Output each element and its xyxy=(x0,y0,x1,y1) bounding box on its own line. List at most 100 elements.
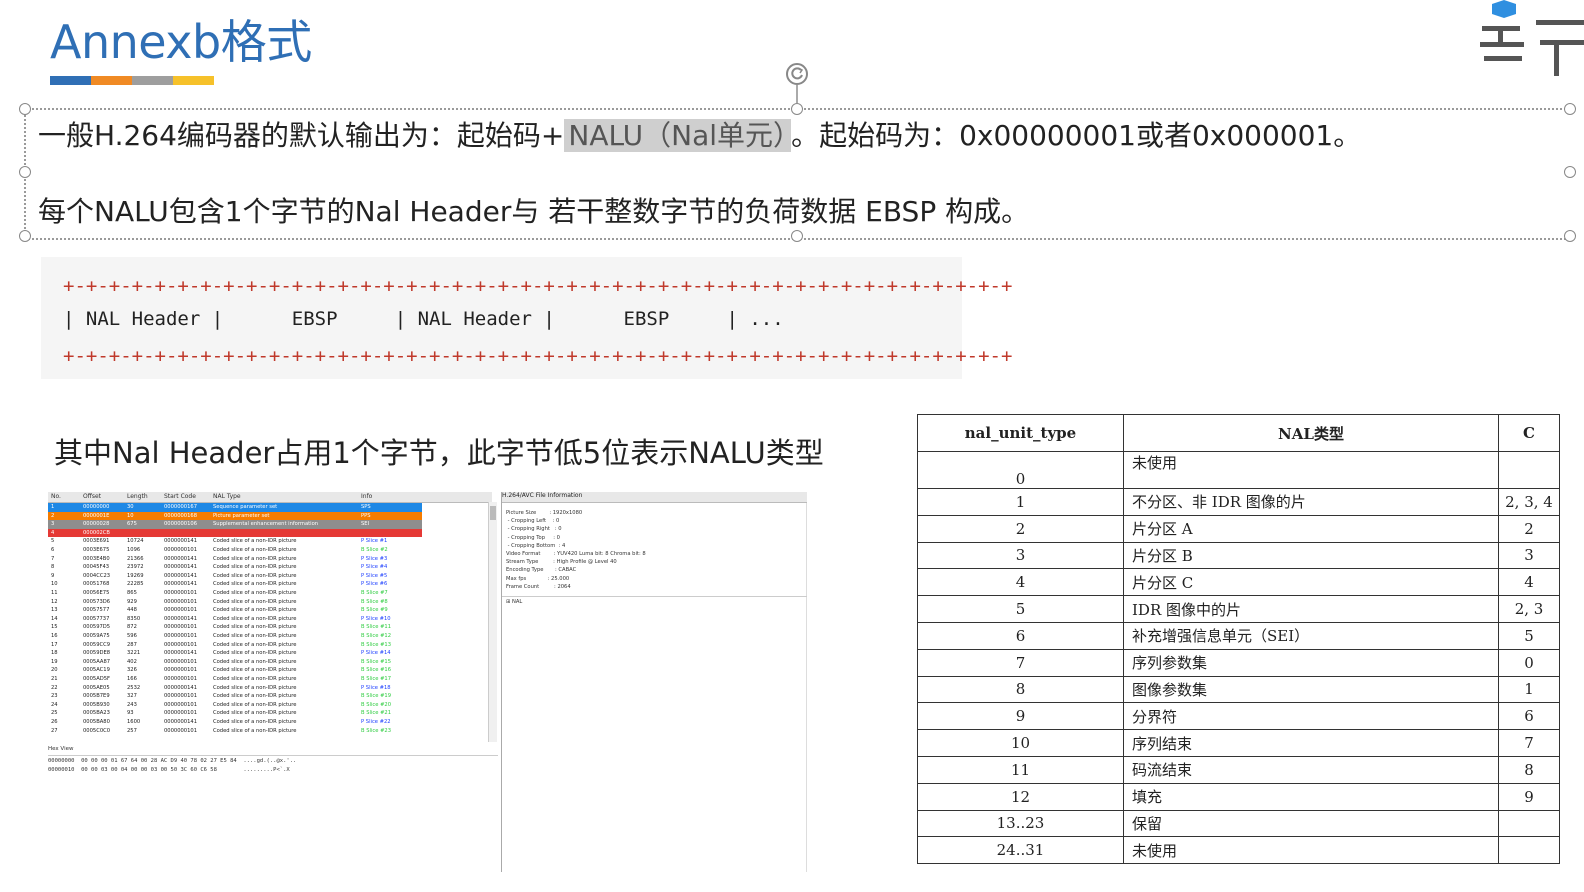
nal-list-row[interactable]: 4 000002CB xyxy=(48,528,422,538)
nal-list-row[interactable]: 8 00045F43 23972 0000000141 Coded slice of a… xyxy=(48,563,422,572)
nal-list-row[interactable]: 10 00051768 22285 0000000141 Coded slice of … xyxy=(48,580,422,589)
nal-list-row[interactable]: 20 0005AC19 326 0000000101 Coded slice of a … xyxy=(48,666,422,675)
cell-nal-type: 图像参数集 xyxy=(1123,675,1499,704)
nal-list-row[interactable]: 6 0003E675 1096 0000000101 Coded slice of a … xyxy=(48,546,422,555)
row-nal-type: Coded slice of a non-IDR picture xyxy=(213,633,297,639)
resize-handle[interactable] xyxy=(1564,103,1576,115)
cell-nal-type: IDR 图像中的片 xyxy=(1123,595,1499,623)
cell-nal-unit-type: 13..23 xyxy=(917,809,1124,838)
rotate-handle[interactable] xyxy=(786,63,808,85)
row-start-code: 0000000101 xyxy=(164,547,198,553)
row-length: 19269 xyxy=(127,572,144,579)
nal-list-row[interactable]: 23 0005B7E9 327 0000000101 Coded slice of a … xyxy=(48,692,422,701)
intro-line-2[interactable]: 每个NALU包含1个字节的Nal Header与 若干整数字节的负荷数据 EBS… xyxy=(38,190,1029,230)
nal-list-row[interactable]: 3 00000028 675 0000000106 Supplemental enhan… xyxy=(48,520,422,529)
row-no: 5 xyxy=(51,538,55,545)
nal-list-row[interactable]: 26 0005BA80 1600 0000000141 Coded slice of a… xyxy=(48,718,422,727)
nal-list-row[interactable]: 25 0005BA23 93 0000000101 Coded slice of a n… xyxy=(48,709,422,718)
resize-handle[interactable] xyxy=(1564,230,1576,242)
code-middle-row: | NAL Header | EBSP | NAL Header | EBSP … xyxy=(63,308,784,330)
nal-list-row[interactable]: 12 000573D6 929 0000000101 Coded slice of a … xyxy=(48,597,422,607)
row-nal-type: Coded slice of a non-IDR picture xyxy=(213,710,297,717)
row-no: 15 xyxy=(51,624,58,631)
cell-nal-unit-type: 1 xyxy=(917,488,1124,516)
nal-table-row: 0 未使用 xyxy=(917,451,1560,489)
nal-list-scrollbar[interactable] xyxy=(488,502,497,742)
row-nal-type: Coded slice of a non-IDR picture xyxy=(213,547,297,553)
row-no: 22 xyxy=(51,684,58,691)
resize-handle[interactable] xyxy=(19,103,31,115)
resize-handle[interactable] xyxy=(791,230,803,242)
nal-list-row[interactable]: 9 0004CC23 19269 0000000141 Coded slice of a… xyxy=(48,571,422,581)
hex-divider xyxy=(48,755,498,756)
nal-list-row[interactable]: 18 00059DE8 3221 0000000141 Coded slice of a… xyxy=(48,649,422,658)
row-length: 23972 xyxy=(127,564,144,571)
nal-list-row[interactable]: 7 0003E4B0 21366 0000000141 Coded slice of a… xyxy=(48,554,422,564)
row-offset: 0004CC23 xyxy=(83,572,111,579)
nal-table-row: 7 序列参数集 0 xyxy=(917,648,1560,677)
cell-c: 1 xyxy=(1498,675,1560,704)
cell-nal-unit-type: 6 xyxy=(917,621,1124,650)
scrollbar-thumb[interactable] xyxy=(490,506,496,520)
row-offset: 0003E675 xyxy=(83,547,110,553)
row-offset: 00000028 xyxy=(83,521,110,528)
row-start-code: 0000000167 xyxy=(164,504,198,510)
cell-nal-type: 序列参数集 xyxy=(1123,648,1499,677)
row-nal-type: Coded slice of a non-IDR picture xyxy=(213,719,297,725)
row-length: 929 xyxy=(127,598,137,605)
nal-table-body: 0 未使用 1 不分区、非 IDR 图像的片 2, 3, 4 2 片分区 A 2 3 片分区 B3… xyxy=(917,451,1560,865)
row-length: 30 xyxy=(127,504,134,510)
row-length: 8350 xyxy=(127,615,141,622)
nal-list-row[interactable]: 15 000597D5 872 0000000101 Coded slice of a … xyxy=(48,623,422,632)
row-no: 7 xyxy=(51,555,55,562)
nal-list-row[interactable]: 16 00059A75 596 0000000101 Coded slice of a … xyxy=(48,632,422,641)
nal-list-row[interactable]: 2 0000001E 10 0000000168 Picture parameter s… xyxy=(48,511,422,521)
row-no: 14 xyxy=(51,615,58,622)
row-offset: 000597D5 xyxy=(83,624,111,631)
cell-nal-type: 序列结束 xyxy=(1123,729,1499,757)
cell-c: 3 xyxy=(1498,541,1560,570)
row-info: B Slice #9 xyxy=(361,607,388,614)
row-length: 448 xyxy=(127,607,137,614)
nal-list-row[interactable]: 11 00056E75 865 0000000101 Coded slice of a … xyxy=(48,589,422,598)
file-info-header: H.264/AVC File Information xyxy=(502,492,807,503)
cell-nal-unit-type: 0 xyxy=(917,451,1124,489)
cell-c xyxy=(1498,809,1560,838)
nal-list-row[interactable]: 14 00057737 8350 0000000141 Coded slice of a… xyxy=(48,614,422,624)
cell-c xyxy=(1498,451,1560,489)
row-no: 3 xyxy=(51,521,55,528)
row-nal-type: Coded slice of a non-IDR picture xyxy=(213,607,297,614)
nal-list-row[interactable]: 27 0005C0C0 257 0000000101 Coded slice of a … xyxy=(48,726,422,736)
row-length: 865 xyxy=(127,590,137,596)
resize-handle[interactable] xyxy=(1564,166,1576,178)
row-offset: 00059CC9 xyxy=(83,641,111,648)
title-underline-bar xyxy=(50,76,214,85)
intro-line-1[interactable]: 一般H.264编码器的默认输出为：起始码+ NALU（Nal单元） 。起始码为：0x… xyxy=(38,114,1361,154)
row-info: B Slice #15 xyxy=(361,658,392,665)
row-no: 8 xyxy=(51,564,55,571)
nal-list-row[interactable]: 13 00057577 448 0000000101 Coded slice of a … xyxy=(48,606,422,615)
nal-list-row[interactable]: 22 0005AE05 2532 0000000141 Coded slice of a… xyxy=(48,683,422,693)
row-nal-type: Coded slice of a non-IDR picture xyxy=(213,693,297,700)
title-bar-segment xyxy=(132,76,173,85)
nal-list-row[interactable]: 17 00059CC9 287 0000000101 Coded slice of a … xyxy=(48,640,422,650)
row-info: B Slice #23 xyxy=(361,727,392,734)
row-start-code: 0000000141 xyxy=(164,538,198,545)
nal-list-row[interactable]: 24 0005B930 243 0000000101 Coded slice of a … xyxy=(48,700,422,710)
row-nal-type: Coded slice of a non-IDR picture xyxy=(213,676,297,682)
resize-handle[interactable] xyxy=(19,230,31,242)
row-nal-type: Coded slice of a non-IDR picture xyxy=(213,564,297,571)
nal-table-row: 13..23 保留 xyxy=(917,809,1560,838)
nal-list-row[interactable]: 21 0005AD5F 166 0000000101 Coded slice of a … xyxy=(48,675,422,684)
nal-list-row[interactable]: 19 0005AA87 402 0000000101 Coded slice of a … xyxy=(48,657,422,667)
row-length: 2532 xyxy=(127,684,141,691)
row-start-code: 0000000101 xyxy=(164,710,198,717)
row-nal-type: Coded slice of a non-IDR picture xyxy=(213,624,297,631)
nal-tree-label: NAL xyxy=(512,599,523,605)
intro-line-1-pre: 一般H.264编码器的默认输出为：起始码+ xyxy=(38,119,565,152)
nal-list-row[interactable]: 5 0003E691 10724 0000000141 Coded slice of a… xyxy=(48,537,422,546)
nal-tree-node[interactable]: ⊞ NAL xyxy=(506,599,522,605)
resize-handle[interactable] xyxy=(19,166,31,178)
nal-table-row: 24..31 未使用 xyxy=(917,836,1560,865)
nal-list-row[interactable]: 1 00000000 30 0000000167 Sequence parameter … xyxy=(48,503,422,512)
